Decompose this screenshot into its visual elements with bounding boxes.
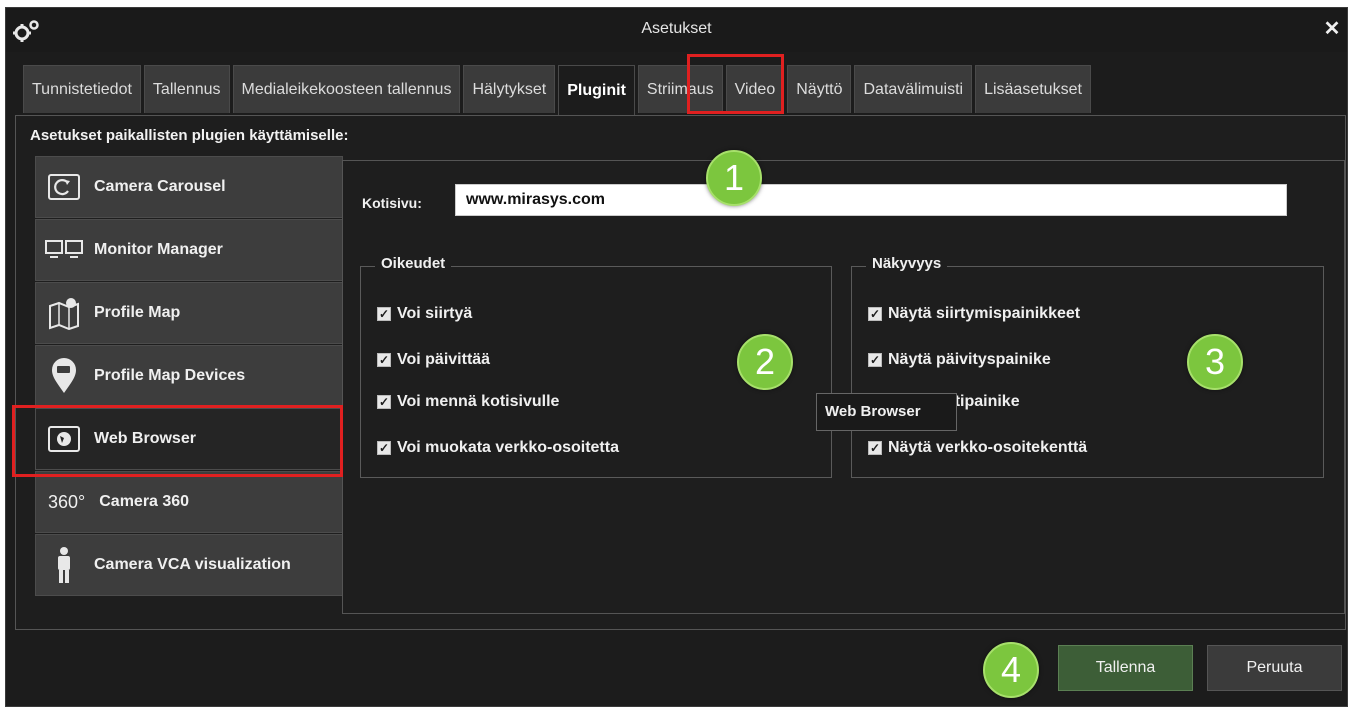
camera-360-icon: 360° — [48, 491, 86, 512]
tab-tallennus[interactable]: Tallennus — [143, 65, 230, 113]
plugin-label: Profile Map Devices — [94, 367, 246, 384]
tab-tunnistetiedot[interactable]: Tunnistetiedot — [23, 65, 141, 113]
tab-halytykset[interactable]: Hälytykset — [463, 65, 556, 113]
settings-dialog: Asetukset ✕ Tunnistetiedot Tallennus Med… — [5, 7, 1348, 707]
cancel-button[interactable]: Peruuta — [1207, 645, 1342, 691]
checkbox-icon[interactable]: ✓ — [868, 307, 882, 321]
plugin-label: Camera Carousel — [94, 178, 226, 195]
plugin-label: Web Browser — [94, 430, 196, 447]
checkbox-nayta-osoitekentta[interactable]: ✓ Näytä verkko-osoitekenttä — [868, 439, 1087, 457]
homepage-input[interactable] — [455, 184, 1287, 216]
checkbox-icon[interactable]: ✓ — [868, 353, 882, 367]
camera-carousel-icon — [42, 167, 86, 207]
plugin-item-profile-map[interactable]: Profile Map — [35, 282, 343, 344]
callout-badge-3: 3 — [1187, 334, 1243, 390]
checkbox-voi-menna-kotisivulle[interactable]: ✓ Voi mennä kotisivulle — [377, 393, 559, 411]
visibility-title: Näkyvyys — [866, 255, 948, 272]
plugin-item-web-browser[interactable]: Web Browser — [35, 408, 343, 470]
tooltip: Web Browser — [816, 393, 957, 431]
save-button[interactable]: Tallenna — [1058, 645, 1193, 691]
checkbox-voi-muokata-osoitetta[interactable]: ✓ Voi muokata verkko-osoitetta — [377, 439, 619, 457]
visibility-group: Näkyvyys ✓ Näytä siirtymispainikkeet ✓ N… — [851, 255, 1324, 478]
tab-video[interactable]: Video — [725, 65, 785, 113]
window-title: Asetukset — [641, 20, 712, 37]
tab-striimaus[interactable]: Striimaus — [637, 65, 723, 113]
plugin-item-profile-map-devices[interactable]: Profile Map Devices — [35, 345, 343, 407]
plugin-list: Camera Carousel Monitor Manager Profile … — [35, 156, 343, 597]
checkbox-icon[interactable]: ✓ — [868, 441, 882, 455]
callout-badge-2: 2 — [737, 334, 793, 390]
plugin-label: Monitor Manager — [94, 241, 223, 258]
close-icon[interactable]: ✕ — [1321, 18, 1343, 40]
tab-bar: Tunnistetiedot Tallennus Medialeikekoost… — [23, 65, 1094, 115]
checkbox-icon[interactable]: ✓ — [377, 307, 391, 321]
plugin-label: Profile Map — [94, 304, 181, 321]
tab-naytto[interactable]: Näyttö — [787, 65, 852, 113]
callout-badge-4: 4 — [983, 642, 1039, 698]
tab-lisaasetukset[interactable]: Lisäasetukset — [975, 65, 1091, 113]
checkbox-voi-paivittaa[interactable]: ✓ Voi päivittää — [377, 351, 490, 369]
permissions-title: Oikeudet — [375, 255, 452, 272]
web-browser-settings: Kotisivu: Oikeudet ✓ Voi siirtyä ✓ Voi p… — [342, 160, 1345, 614]
checkbox-nayta-paivityspainike[interactable]: ✓ Näytä päivityspainike — [868, 351, 1051, 369]
plugin-item-camera-vca[interactable]: Camera VCA visualization — [35, 534, 343, 596]
title-bar: Asetukset ✕ — [6, 8, 1347, 52]
homepage-label: Kotisivu: — [362, 195, 422, 211]
checkbox-icon[interactable]: ✓ — [377, 395, 391, 409]
tab-pluginit[interactable]: Pluginit — [558, 65, 635, 115]
checkbox-voi-siirtya[interactable]: ✓ Voi siirtyä — [377, 305, 472, 323]
globe-window-icon — [42, 419, 86, 459]
checkbox-icon[interactable]: ✓ — [377, 353, 391, 367]
plugin-label: Camera VCA visualization — [94, 556, 291, 573]
plugin-item-camera-carousel[interactable]: Camera Carousel — [35, 156, 343, 218]
callout-badge-1: 1 — [706, 150, 762, 206]
map-pin-icon — [42, 356, 86, 396]
tab-datavalimuisti[interactable]: Datavälimuisti — [854, 65, 973, 113]
person-icon — [42, 545, 86, 585]
map-icon — [42, 293, 86, 333]
monitors-icon — [42, 230, 86, 270]
plugin-item-camera-360[interactable]: 360° Camera 360 — [35, 471, 343, 533]
plugin-item-monitor-manager[interactable]: Monitor Manager — [35, 219, 343, 281]
checkbox-icon[interactable]: ✓ — [377, 441, 391, 455]
plugins-panel: Asetukset paikallisten plugien käyttämis… — [15, 115, 1346, 630]
plugin-label: Camera 360 — [99, 493, 190, 510]
checkbox-nayta-siirtymispainikkeet[interactable]: ✓ Näytä siirtymispainikkeet — [868, 305, 1080, 323]
section-title: Asetukset paikallisten plugien käyttämis… — [30, 127, 349, 144]
tab-medialeikekoosteen-tallennus[interactable]: Medialeikekoosteen tallennus — [232, 65, 461, 113]
